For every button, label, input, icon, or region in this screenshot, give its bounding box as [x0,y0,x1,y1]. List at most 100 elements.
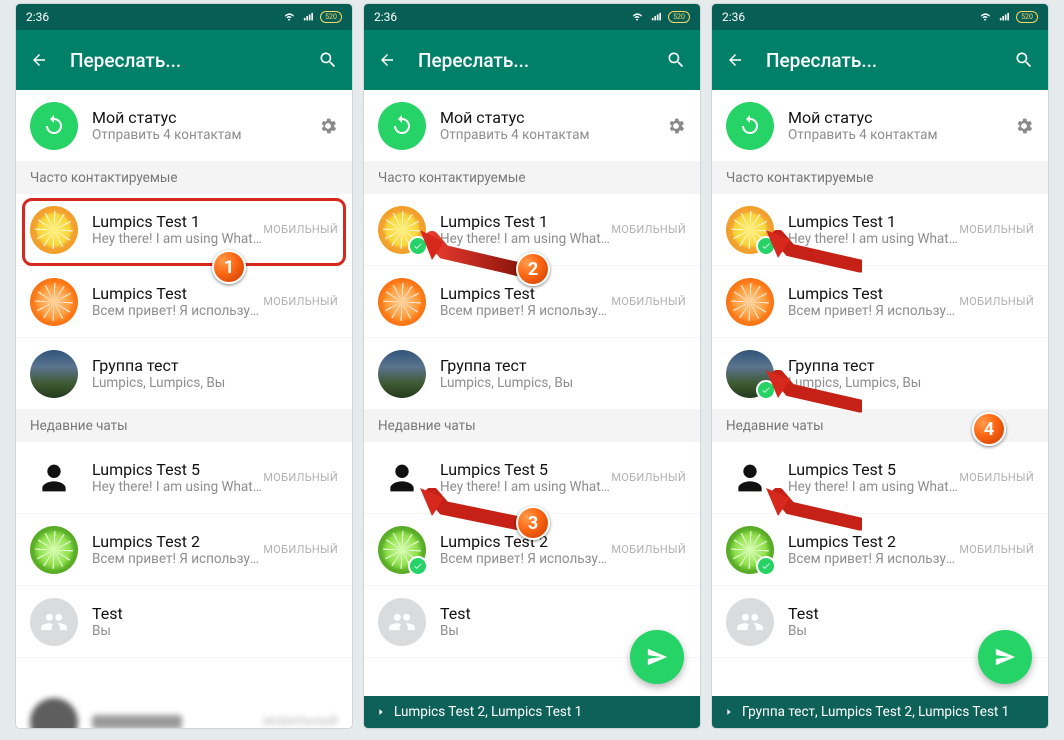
contact-sub: Hey there! I am using WhatsApp. [788,479,959,495]
contact-name [92,715,182,729]
contact-row-group[interactable]: Группа тест Lumpics, Lumpics, Вы [364,338,700,410]
status-subtitle: Отправить 4 контактам [440,127,666,143]
signal-icon [649,12,663,22]
send-fab[interactable] [630,630,684,684]
status-avatar-icon [378,102,426,150]
contact-row-lt2[interactable]: Lumpics Test 2 Всем привет! Я использую … [16,514,352,586]
section-frequent: Часто контактируемые [16,162,352,194]
avatar-lt2 [30,526,78,574]
status-avatar-icon [30,102,78,150]
contact-row-lt5[interactable]: Lumpics Test 5 Hey there! I am using Wha… [364,442,700,514]
contact-sub: Hey there! I am using WhatsApp. [440,231,611,247]
status-avatar-icon [726,102,774,150]
back-icon[interactable] [30,51,48,69]
contact-name: Группа тест [92,356,338,375]
status-bar: 2:36 520 [712,4,1048,30]
section-frequent: Часто контактируемые [712,162,1048,194]
marker-2: 2 [516,252,550,286]
contact-row-lt[interactable]: Lumpics Test Всем привет! Я использую Wh… [712,266,1048,338]
contact-name: Test [440,604,686,623]
selection-list: Группа тест, Lumpics Test 2, Lumpics Tes… [742,704,1009,720]
phone-screen-2: 2:36 520 Переслать... Мой статус Отправи… [364,4,700,728]
contact-sub: Hey there! I am using WhatsApp. [92,231,263,247]
contact-sub: Всем привет! Я использую WhatsApp. [440,551,611,567]
contact-row-lt5[interactable]: Lumpics Test 5 Hey there! I am using Wha… [712,442,1048,514]
gear-icon[interactable] [318,116,338,136]
contact-row-group[interactable]: Группа тест Lumpics, Lumpics, Вы [16,338,352,410]
contact-row-lt[interactable]: Lumpics Test Всем привет! Я использую Wh… [16,266,352,338]
search-icon[interactable] [318,50,338,70]
my-status-row[interactable]: Мой статус Отправить 4 контактам [364,90,700,162]
search-icon[interactable] [1014,50,1034,70]
avatar-test [30,598,78,646]
gear-icon[interactable] [1014,116,1034,136]
contact-sub: Всем привет! Я использую WhatsApp. [440,303,611,319]
toolbar-title: Переслать... [766,49,992,72]
avatar-lt1 [30,206,78,254]
contact-sub: Lumpics, Lumpics, Вы [440,375,686,391]
contact-sub: Всем привет! Я использую WhatsApp. [788,551,959,567]
contact-meta: МОБИЛЬНЫЙ [959,471,1034,484]
contact-meta: МОБИЛЬНЫЙ [263,223,338,236]
my-status-row[interactable]: Мой статус Отправить 4 контактам [712,90,1048,162]
avatar-group [30,350,78,398]
contact-list: Мой статус Отправить 4 контактам Часто к… [712,90,1048,728]
selection-footer: Lumpics Test 2, Lumpics Test 1 [364,696,700,728]
send-fab[interactable] [978,630,1032,684]
send-icon [994,646,1016,668]
contact-name: Группа тест [788,356,1034,375]
contact-name: Lumpics Test [92,284,263,303]
wifi-icon [630,12,644,22]
contact-sub: Lumpics, Lumpics, Вы [92,375,338,391]
my-status-row[interactable]: Мой статус Отправить 4 контактам [16,90,352,162]
status-subtitle: Отправить 4 контактам [788,127,1014,143]
avatar-lt [726,278,774,326]
signal-icon [997,12,1011,22]
marker-1: 1 [212,250,246,284]
contact-name: Lumpics Test 1 [788,212,959,231]
contact-row-lt5[interactable]: Lumpics Test 5 Hey there! I am using Wha… [16,442,352,514]
avatar-lt [378,278,426,326]
status-title: Мой статус [92,108,318,127]
section-frequent: Часто контактируемые [364,162,700,194]
status-bar: 2:36 520 [364,4,700,30]
contact-sub: Hey there! I am using WhatsApp. [788,231,959,247]
gear-icon[interactable] [666,116,686,136]
selected-check-icon [756,380,776,400]
contact-name: Lumpics Test 1 [440,212,611,231]
chevron-right-icon [724,707,734,717]
chevron-right-icon [376,707,386,717]
back-icon[interactable] [726,51,744,69]
toolbar: Переслать... [712,30,1048,90]
send-icon [646,646,668,668]
contact-sub: Всем привет! Я использую WhatsApp. [92,303,263,319]
contact-name: Lumpics Test [788,284,959,303]
contact-meta: МОБИЛЬНЫЙ [959,295,1034,308]
contact-row-lt1[interactable]: Lumpics Test 1 Hey there! I am using Wha… [16,194,352,266]
contact-meta: МОБИЛЬНЫЙ [611,543,686,556]
contact-sub: Hey there! I am using WhatsApp. [92,479,263,495]
contact-meta: МОБИЛЬНЫЙ [611,223,686,236]
contact-meta: МОБИЛЬНЫЙ [611,471,686,484]
contact-meta: МОБИЛЬНЫЙ [959,223,1034,236]
contact-meta: МОБИЛЬНЫЙ [263,471,338,484]
contact-sub: Hey there! I am using WhatsApp. [440,479,611,495]
contact-name: Test [92,604,338,623]
section-recent: Недавние чаты [364,410,700,442]
contact-sub: Всем привет! Я использую WhatsApp. [92,551,263,567]
contact-name: Группа тест [440,356,686,375]
search-icon[interactable] [666,50,686,70]
contact-row-test[interactable]: Test Вы [16,586,352,658]
back-icon[interactable] [378,51,396,69]
marker-3: 3 [516,506,550,540]
contact-row-lt1[interactable]: Lumpics Test 1 Hey there! I am using Wha… [712,194,1048,266]
avatar-group [378,350,426,398]
status-subtitle: Отправить 4 контактам [92,127,318,143]
contact-row-group[interactable]: Группа тест Lumpics, Lumpics, Вы [712,338,1048,410]
contact-row-lt2[interactable]: Lumpics Test 2 Всем привет! Я использую … [712,514,1048,586]
selected-check-icon [756,556,776,576]
contact-meta: МОБИЛЬНЫЙ [263,295,338,308]
contact-list: Мой статус Отправить 4 контактам Часто к… [364,90,700,728]
battery-icon: 520 [668,11,690,23]
contact-meta: МОБИЛЬНЫЙ [611,295,686,308]
